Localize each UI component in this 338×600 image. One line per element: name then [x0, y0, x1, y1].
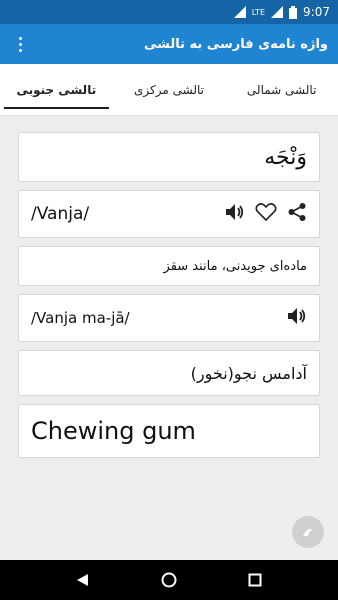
recents-icon[interactable]: [235, 560, 275, 600]
dialect-tabs: تالشی شمالی تالشی مرکزی تالشی جنوبی: [0, 64, 338, 116]
tab-northern-talysh[interactable]: تالشی شمالی: [225, 64, 338, 115]
heart-outline-icon[interactable]: [255, 202, 277, 226]
system-nav-bar: [0, 560, 338, 600]
back-icon[interactable]: [63, 560, 103, 600]
clock: 9:07: [303, 5, 330, 19]
word-card: وَنْجَه: [18, 132, 320, 182]
home-icon[interactable]: [149, 560, 189, 600]
app-bar: واژه نامه‌ی فارسی به تالشی: [0, 24, 338, 64]
app-logo-icon: [292, 516, 324, 548]
app-title: واژه نامه‌ی فارسی به تالشی: [143, 36, 328, 52]
share-icon[interactable]: [287, 202, 307, 226]
tab-central-talysh[interactable]: تالشی مرکزی: [113, 64, 226, 115]
volume-icon[interactable]: [287, 307, 307, 329]
tab-southern-talysh[interactable]: تالشی جنوبی: [0, 64, 113, 115]
english-translation: Chewing gum: [31, 417, 196, 445]
more-vert-icon[interactable]: [10, 30, 30, 58]
word-actions: [225, 202, 307, 226]
headword: وَنْجَه: [264, 144, 307, 170]
meaning-card: ماده‌ای جویدنی، مانند سقز: [18, 246, 320, 286]
example-persian: آدامس نجو(نخور): [190, 363, 307, 383]
volume-icon[interactable]: [225, 203, 245, 225]
network-type: LTE: [251, 7, 266, 17]
example-pronunciation: /Vanja ma-jā/: [31, 309, 130, 327]
example-persian-card: آدامس نجو(نخور): [18, 350, 320, 396]
pronunciation: /Vanja/: [31, 204, 90, 224]
entry-content: وَنْجَه /Vanja/ ماده‌ای جویدنی، مانند سق…: [0, 116, 338, 560]
english-card: Chewing gum: [18, 404, 320, 458]
signal-icon: [233, 6, 246, 18]
meaning: ماده‌ای جویدنی، مانند سقز: [163, 258, 307, 274]
pronunciation-card: /Vanja/: [18, 190, 320, 238]
status-bar: LTE 9:07: [0, 0, 338, 24]
signal-strength-icon: [271, 6, 284, 18]
example-pronunciation-card: /Vanja ma-jā/: [18, 294, 320, 342]
battery-icon: [289, 5, 298, 19]
